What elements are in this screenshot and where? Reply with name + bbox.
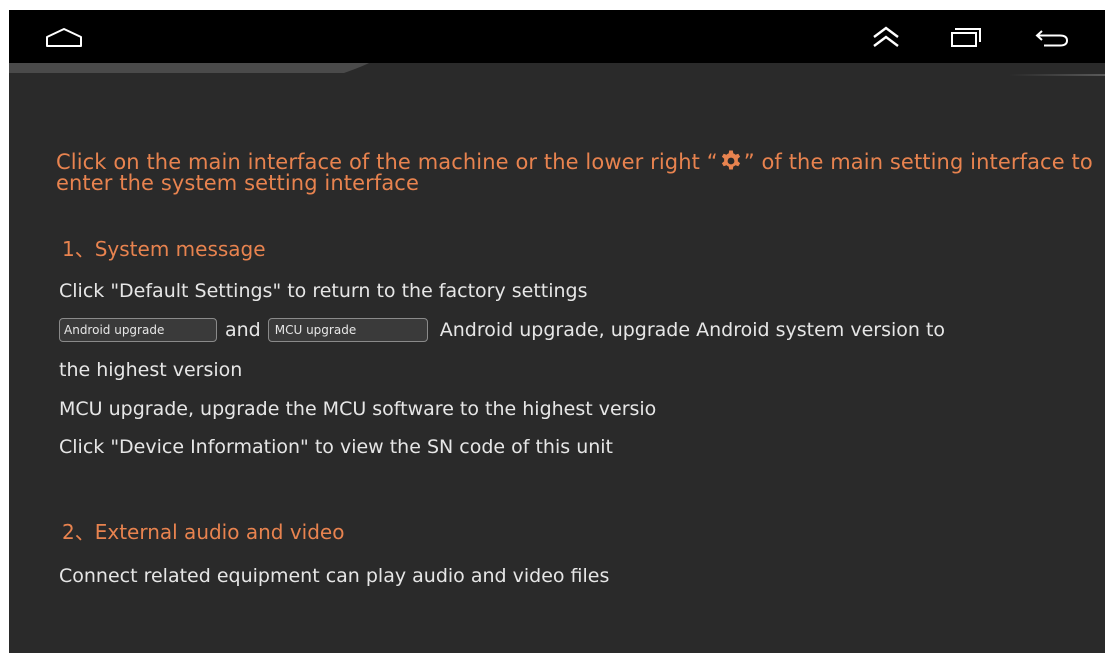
section-2-heading: 2、External audio and video xyxy=(62,520,345,544)
section-1-heading: 1、System message xyxy=(62,237,266,261)
mcu-upgrade-button[interactable]: MCU upgrade xyxy=(267,318,428,342)
navigation-bar xyxy=(9,10,1105,63)
intro-text: Click on the main interface of the machi… xyxy=(56,149,1096,194)
double-chevron-up-icon xyxy=(873,26,899,47)
android-upgrade-text: Android upgrade, upgrade Android system … xyxy=(439,319,946,341)
recent-apps-icon xyxy=(951,27,981,47)
android-upgrade-button[interactable]: Android upgrade xyxy=(59,318,217,342)
external-audio-text: Connect related equipment can play audio… xyxy=(59,565,610,587)
device-screen: Click on the main interface of the machi… xyxy=(9,10,1105,653)
back-button[interactable] xyxy=(1027,10,1077,63)
home-button[interactable] xyxy=(39,10,89,63)
divider-line xyxy=(1009,74,1105,76)
recent-apps-button[interactable] xyxy=(941,10,991,63)
tab-indicator xyxy=(9,63,369,73)
device-information-text: Click "Device Information" to view the S… xyxy=(59,436,614,458)
and-text: and xyxy=(225,319,261,341)
gear-icon xyxy=(721,150,740,170)
highest-version-text: the highest version xyxy=(59,359,243,381)
expand-up-button[interactable] xyxy=(861,10,911,63)
upgrade-row: Android upgrade and MCU upgrade Android … xyxy=(59,315,945,345)
home-outline-icon xyxy=(46,27,82,47)
default-settings-text: Click "Default Settings" to return to th… xyxy=(59,280,588,302)
mcu-upgrade-text: MCU upgrade, upgrade the MCU software to… xyxy=(59,398,657,420)
back-arrow-icon xyxy=(1035,29,1069,46)
